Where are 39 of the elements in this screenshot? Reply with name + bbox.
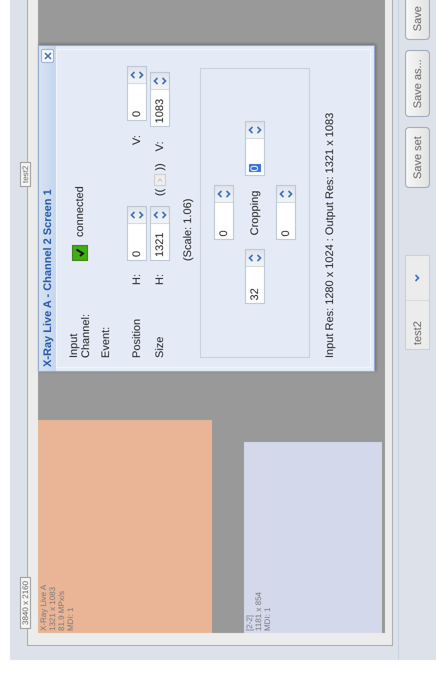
block-info-text: 81.9 MPx/s bbox=[57, 590, 66, 631]
resolution-text: Input Res: 1280 x 1024 : Output Res: 1321 x 1083 bbox=[324, 112, 336, 358]
dialog-title: X-Ray Live A - Channel 2 Screen 1 bbox=[42, 189, 54, 367]
block-info-text: 1321 x 1083 bbox=[48, 586, 57, 631]
check-icon bbox=[75, 248, 85, 258]
number-field[interactable]: 1083 bbox=[150, 72, 170, 128]
number-field[interactable]: 32 bbox=[244, 250, 265, 304]
event-label: Event: bbox=[100, 326, 112, 358]
input-channel-label: Input Channel: bbox=[68, 312, 92, 358]
cropping-label: Cropping bbox=[248, 190, 261, 238]
number-field[interactable]: 0 bbox=[214, 186, 234, 240]
save-button[interactable]: Save bbox=[405, 0, 430, 40]
number-field[interactable]: 0 bbox=[244, 122, 265, 176]
size-label: Size bbox=[154, 336, 166, 358]
close-icon bbox=[44, 52, 52, 60]
block-info-text: 1181 x 854 bbox=[254, 591, 263, 631]
number-field[interactable]: 1321 bbox=[150, 206, 170, 261]
number-field[interactable]: 0 bbox=[127, 66, 147, 121]
block-info-text: X-Ray Live A bbox=[39, 584, 48, 631]
close-button[interactable] bbox=[41, 49, 54, 63]
block-info-text: MDI: 1 bbox=[66, 606, 75, 631]
canvas-size-tag: 3840 x 2160 bbox=[20, 576, 31, 629]
bracket-text: (( bbox=[154, 188, 166, 196]
position-label: Position bbox=[131, 318, 143, 358]
save-button[interactable]: Save set bbox=[405, 127, 430, 188]
number-field[interactable]: 0 bbox=[276, 186, 296, 240]
connection-status: connected bbox=[74, 186, 86, 237]
layout-name-tag: test2 bbox=[20, 162, 31, 187]
bracket-text: )) bbox=[154, 163, 166, 171]
h-label: H: bbox=[154, 273, 166, 285]
h-label: H: bbox=[131, 273, 143, 285]
preset-dropdown[interactable]: test2 bbox=[405, 255, 430, 350]
save-as-button[interactable]: Save as... bbox=[405, 50, 430, 118]
scale-text: (Scale: 1.06) bbox=[182, 198, 194, 261]
number-field[interactable]: 0 bbox=[127, 206, 147, 261]
block-info-text: MDI: 1 bbox=[263, 606, 272, 631]
v-label: V: bbox=[154, 140, 166, 152]
block-info-text: [2-2] bbox=[245, 614, 254, 631]
v-label: V: bbox=[131, 134, 143, 145]
